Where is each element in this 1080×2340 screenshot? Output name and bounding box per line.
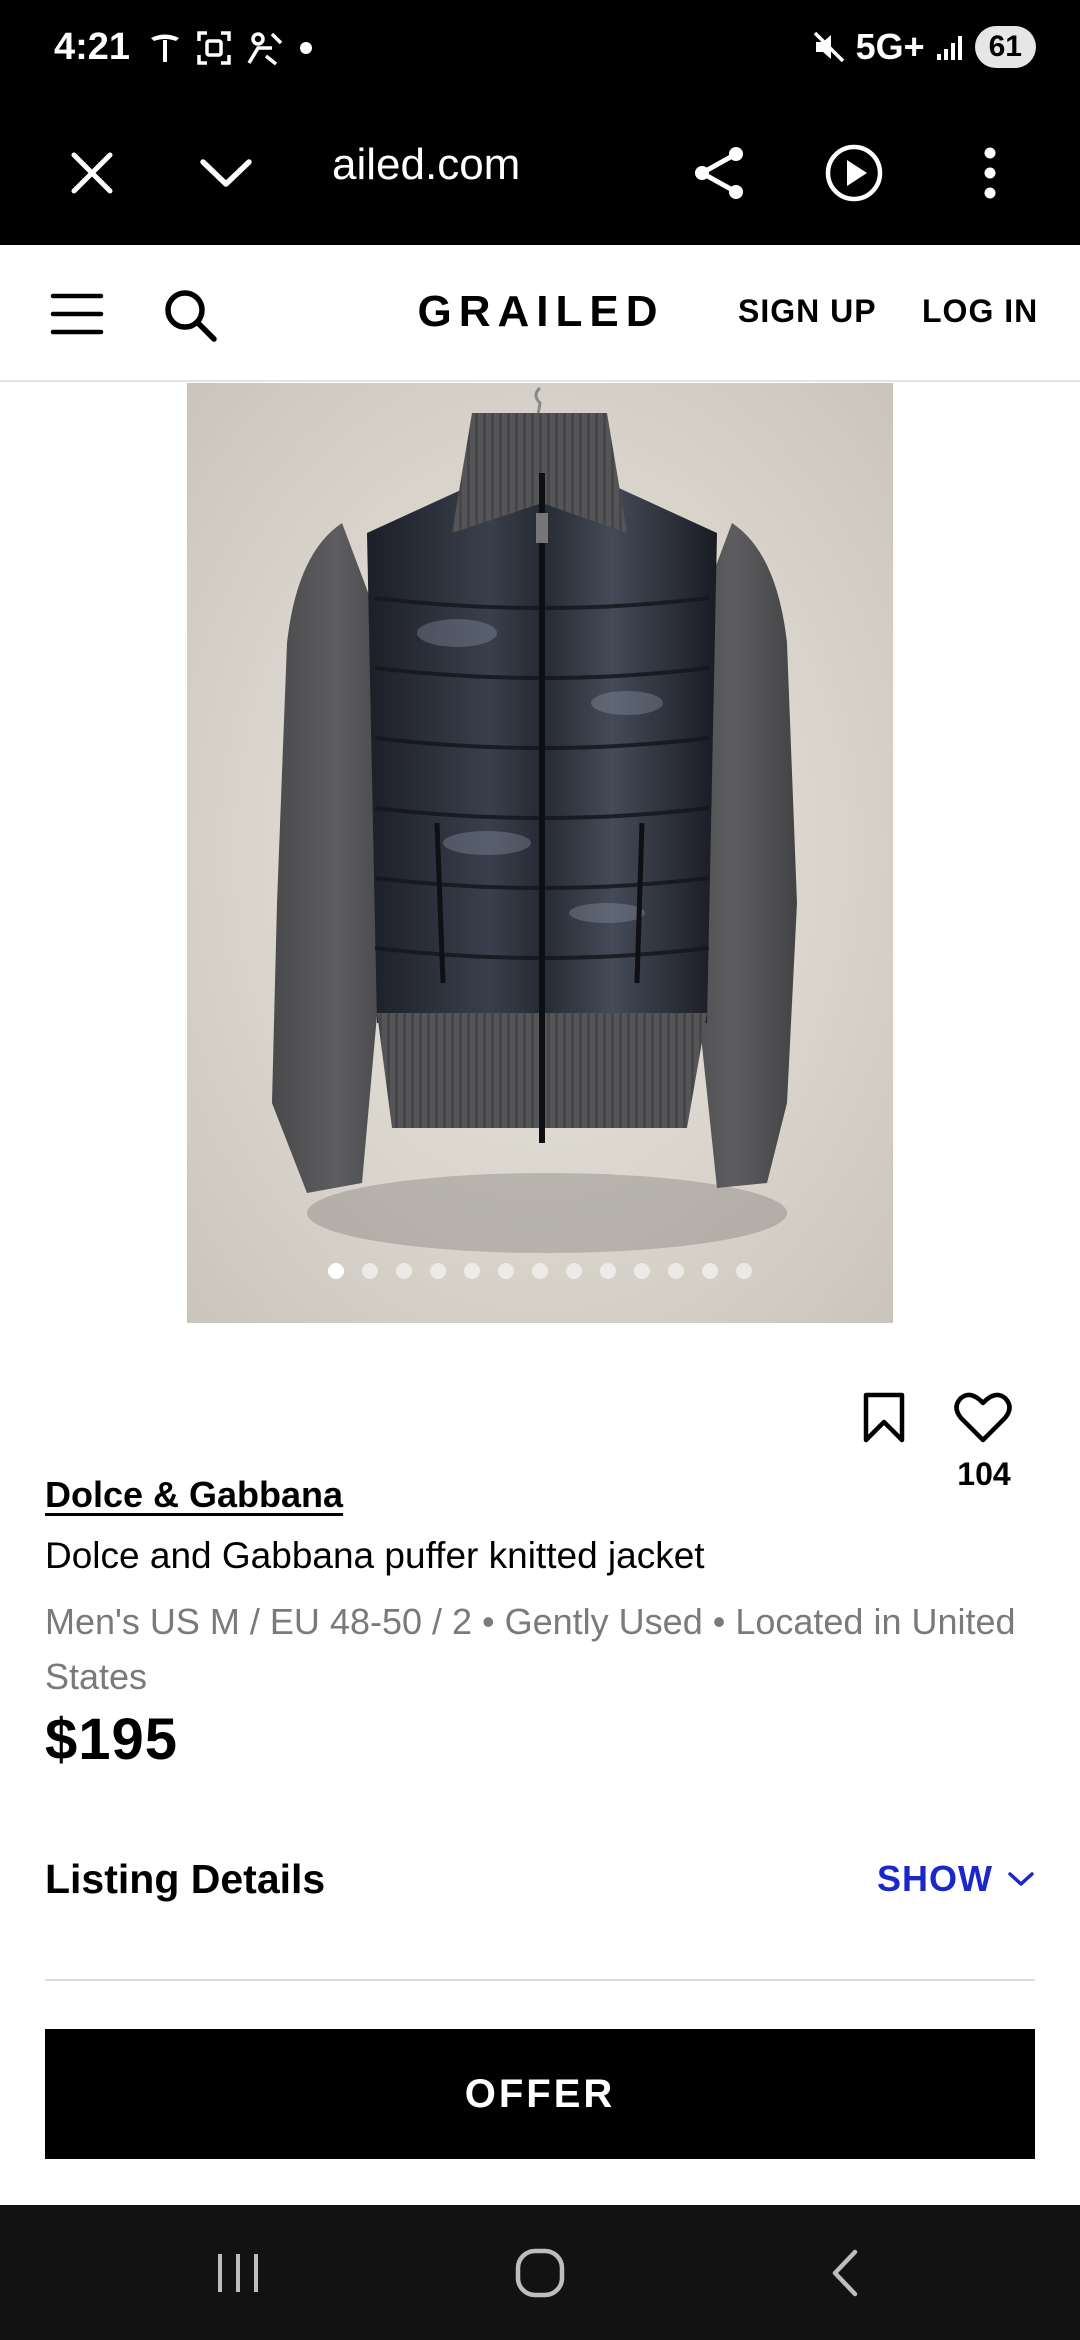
dot-icon [300,42,312,54]
minimize-button[interactable] [186,100,266,245]
offer-button[interactable]: OFFER [45,2029,1035,2159]
back-button[interactable] [764,2205,924,2340]
gallery-dot[interactable] [668,1263,684,1279]
product-meta: Men's US M / EU 48-50 / 2 • Gently Used … [45,1601,1016,1697]
status-bar: 4:21 5G+ 61 [0,0,1080,100]
share-icon [695,146,743,199]
gallery-dot[interactable] [634,1263,650,1279]
gallery-dot[interactable] [396,1263,412,1279]
bookmark-icon [863,1392,905,1443]
save-button[interactable] [862,1392,906,1444]
chevron-down-icon [1008,1872,1034,1886]
status-time: 4:21 [54,26,131,68]
screenshot-icon [197,31,231,65]
log-in-link[interactable]: LOG IN [922,293,1038,330]
gallery-dot[interactable] [532,1263,548,1279]
gallery-dot[interactable] [362,1263,378,1279]
listing-details-title: Listing Details [45,1856,326,1902]
show-label: SHOW [877,1858,993,1899]
home-icon [515,2248,565,2297]
recent-apps-icon [218,2253,258,2292]
gallery-dot[interactable] [328,1263,344,1279]
close-tab-button[interactable] [52,100,132,245]
heart-icon [954,1392,1012,1443]
play-icon [825,144,883,201]
more-options-button[interactable] [950,100,1030,245]
logo-text: GRAILED [417,287,665,336]
play-button[interactable] [814,100,894,245]
listing-details-row[interactable]: Listing Details SHOW [45,1852,1035,1912]
product-image-gallery[interactable] [187,383,893,1323]
recent-apps-button[interactable] [158,2205,318,2340]
grailed-logo[interactable]: GRAILED [0,287,1080,337]
url-bar[interactable]: ailed.com [332,140,520,190]
accessibility-icon [247,32,283,66]
tesla-icon [151,34,179,62]
site-header: GRAILED SIGN UP LOG IN [0,245,1080,382]
gallery-dot[interactable] [464,1263,480,1279]
brand-link[interactable]: Dolce & Gabbana [45,1474,343,1516]
product-price: $195 [45,1707,179,1772]
like-button[interactable] [954,1392,1012,1444]
battery-indicator: 61 [974,26,1036,68]
gallery-dot[interactable] [702,1263,718,1279]
gallery-dot[interactable] [498,1263,514,1279]
divider [45,1979,1035,1981]
mute-icon [813,31,844,63]
gallery-dot[interactable] [736,1263,752,1279]
browser-toolbar: ailed.com [0,100,1080,245]
chevron-down-icon [200,158,252,187]
back-icon [832,2249,858,2296]
like-count: 104 [957,1456,1011,1492]
network-label: 5G+ [855,26,925,67]
product-title: Dolce and Gabbana puffer knitted jacket [45,1535,705,1576]
gallery-dot[interactable] [600,1263,616,1279]
status-right: 5G+ 61 [812,26,1036,68]
show-details-toggle[interactable]: SHOW [877,1858,1035,1900]
status-left-icons [148,30,314,66]
signal-icon [936,36,962,60]
home-button[interactable] [460,2205,620,2340]
more-vert-icon [984,147,996,198]
gallery-dot[interactable] [430,1263,446,1279]
sign-up-link[interactable]: SIGN UP [738,293,877,330]
gallery-indicator[interactable] [187,1263,893,1279]
system-nav-bar [0,2205,1080,2340]
share-button[interactable] [680,100,760,245]
jacket-photo [272,386,797,1253]
close-icon [71,152,113,193]
gallery-dot[interactable] [566,1263,582,1279]
